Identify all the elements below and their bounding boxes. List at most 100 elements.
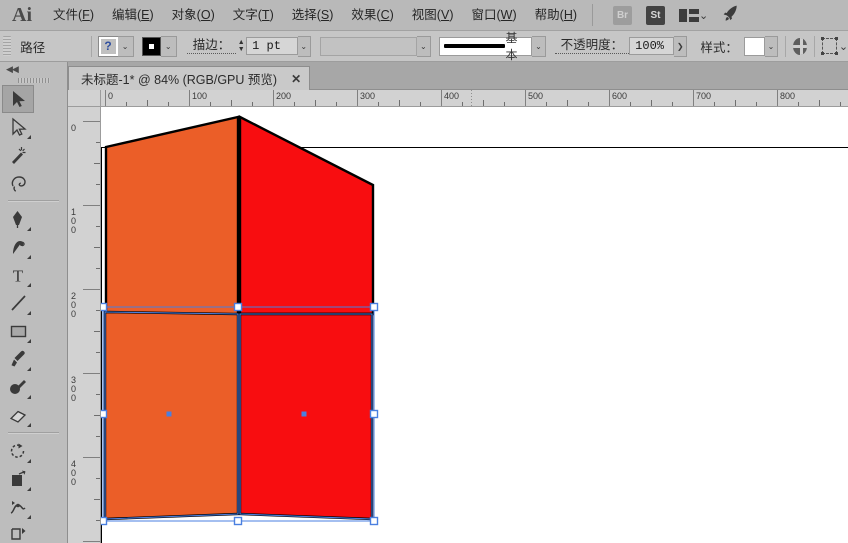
variable-width-profile-field[interactable] <box>319 36 418 56</box>
artwork-group[interactable] <box>101 107 848 543</box>
opacity-label: 不透明度： <box>554 38 630 54</box>
selection-handle[interactable] <box>101 302 108 312</box>
close-icon[interactable]: ✕ <box>291 72 301 86</box>
menu-object[interactable]: 对象(O) <box>163 0 224 30</box>
selection-handle[interactable] <box>369 302 379 312</box>
rectangle-tool[interactable] <box>2 317 34 345</box>
eraser-tool[interactable] <box>2 401 34 429</box>
brush-dropdown-arrow[interactable]: ⌄ <box>532 35 546 57</box>
vertical-ruler[interactable]: 0100200300400500 <box>68 107 101 543</box>
tool-flyout-indicator[interactable] <box>27 255 31 259</box>
ruler-tick-minor <box>714 102 715 106</box>
selection-handle[interactable] <box>369 409 379 419</box>
tool-flyout-indicator[interactable] <box>27 459 31 463</box>
rotate-tool[interactable] <box>2 437 34 465</box>
menu-edit[interactable]: 编辑(E) <box>103 0 163 30</box>
tool-flyout-indicator[interactable] <box>27 395 31 399</box>
object-center-point <box>166 411 172 417</box>
ruler-label: 300 <box>360 91 376 101</box>
graphic-style-swatch[interactable] <box>743 36 765 56</box>
tools-collapse-button[interactable]: ◀◀ <box>0 62 67 76</box>
ruler-label: 500 <box>528 91 544 101</box>
horizontal-ruler[interactable]: 0 100 200 300 400 500 600 700 800 <box>101 90 848 107</box>
selection-handle[interactable] <box>233 516 243 526</box>
menu-file[interactable]: 文件(F) <box>44 0 103 30</box>
control-bar-grip[interactable] <box>3 36 12 56</box>
tool-flyout-indicator[interactable] <box>27 283 31 287</box>
ruler-tick-minor <box>96 268 100 269</box>
stroke-weight-label: 描边： <box>186 38 237 54</box>
ruler-tick-major <box>357 90 358 106</box>
opacity-input[interactable]: 100% <box>629 37 675 55</box>
workspace-switcher-icon[interactable] <box>679 8 700 23</box>
width-tool[interactable] <box>2 493 34 521</box>
fill-swatch[interactable]: ? <box>97 35 119 57</box>
chevron-down-icon[interactable]: ⌄ <box>699 9 708 22</box>
tool-flyout-indicator[interactable] <box>27 515 31 519</box>
selection-tool[interactable] <box>2 85 34 113</box>
menu-select[interactable]: 选择(S) <box>283 0 343 30</box>
menu-window[interactable]: 窗口(W) <box>462 0 525 30</box>
stroke-swatch-group[interactable]: ⌄ <box>141 35 177 57</box>
tool-flyout-indicator[interactable] <box>27 135 31 139</box>
tool-flyout-indicator[interactable] <box>27 367 31 371</box>
fill-dropdown-arrow[interactable]: ⌄ <box>117 35 134 57</box>
brush-definition-field[interactable]: 基本 <box>438 31 533 62</box>
paintbrush-tool[interactable] <box>2 345 34 373</box>
bridge-icon[interactable]: Br <box>613 5 633 25</box>
stroke-swatch[interactable] <box>141 36 161 56</box>
selection-handle[interactable] <box>101 409 108 419</box>
top-right-panel-red[interactable] <box>238 115 375 316</box>
shaper-tool[interactable] <box>2 373 34 401</box>
lasso-tool[interactable] <box>2 169 34 197</box>
ruler-tick-minor <box>567 100 568 106</box>
tool-flyout-indicator[interactable] <box>27 487 31 491</box>
ruler-tick-minor <box>94 163 100 164</box>
document-setup-icon[interactable] <box>792 37 807 55</box>
fill-swatch-group[interactable]: ? ⌄ <box>97 35 134 57</box>
tools-panel-grip[interactable] <box>0 76 67 85</box>
tool-flyout-indicator[interactable] <box>27 339 31 343</box>
opacity-dropdown-arrow[interactable]: ❯ <box>674 35 688 57</box>
direct-selection-tool[interactable] <box>2 113 34 141</box>
stroke-weight-input[interactable]: 1 pt <box>246 37 298 55</box>
selection-handle[interactable] <box>369 516 379 526</box>
stroke-weight-dropdown-arrow[interactable]: ⌄ <box>297 35 311 57</box>
tool-flyout-indicator[interactable] <box>27 311 31 315</box>
ruler-tick-major <box>83 121 100 122</box>
tool-group-divider <box>8 200 59 202</box>
scale-tool[interactable] <box>2 465 34 493</box>
free-transform-tool[interactable] <box>2 521 34 543</box>
object-center-point <box>301 411 307 417</box>
top-left-panel-orange[interactable] <box>104 115 240 324</box>
tool-flyout-indicator[interactable] <box>27 423 31 427</box>
line-segment-tool[interactable] <box>2 289 34 317</box>
rocket-icon[interactable] <box>721 3 741 27</box>
menu-type[interactable]: 文字(T) <box>224 0 283 30</box>
ruler-tick-major <box>609 90 610 106</box>
type-tool[interactable]: T <box>2 261 34 289</box>
ruler-label: 300 <box>71 375 77 403</box>
style-dropdown-arrow[interactable]: ⌄ <box>764 35 779 57</box>
ruler-corner[interactable] <box>68 90 101 107</box>
tool-flyout-indicator[interactable] <box>27 227 31 231</box>
transform-icon[interactable] <box>820 37 838 55</box>
document-canvas[interactable]: 河南龙网 <box>101 107 848 543</box>
document-tab[interactable]: 未标题-1* @ 84% (RGB/GPU 预览) ✕ <box>68 66 311 90</box>
selection-handle[interactable] <box>233 302 243 312</box>
menu-effect[interactable]: 效果(C) <box>342 0 402 30</box>
ruler-tick-minor <box>378 102 379 106</box>
ruler-tick-major <box>525 90 526 106</box>
stroke-dropdown-arrow[interactable]: ⌄ <box>160 35 177 57</box>
menu-label-text: 视图(V) <box>411 8 454 22</box>
stroke-weight-stepper[interactable]: ▲ ▼ <box>236 37 246 56</box>
curvature-tool[interactable] <box>2 233 34 261</box>
magic-wand-tool[interactable] <box>2 141 34 169</box>
menu-view[interactable]: 视图(V) <box>403 0 463 30</box>
pen-tool[interactable] <box>2 205 34 233</box>
menu-help[interactable]: 帮助(H) <box>526 0 586 30</box>
selection-handle[interactable] <box>101 516 108 526</box>
transform-chevron-icon[interactable]: ⌄ <box>839 40 848 53</box>
stock-icon[interactable]: St <box>646 5 666 25</box>
width-profile-dropdown-arrow[interactable]: ⌄ <box>417 35 431 57</box>
